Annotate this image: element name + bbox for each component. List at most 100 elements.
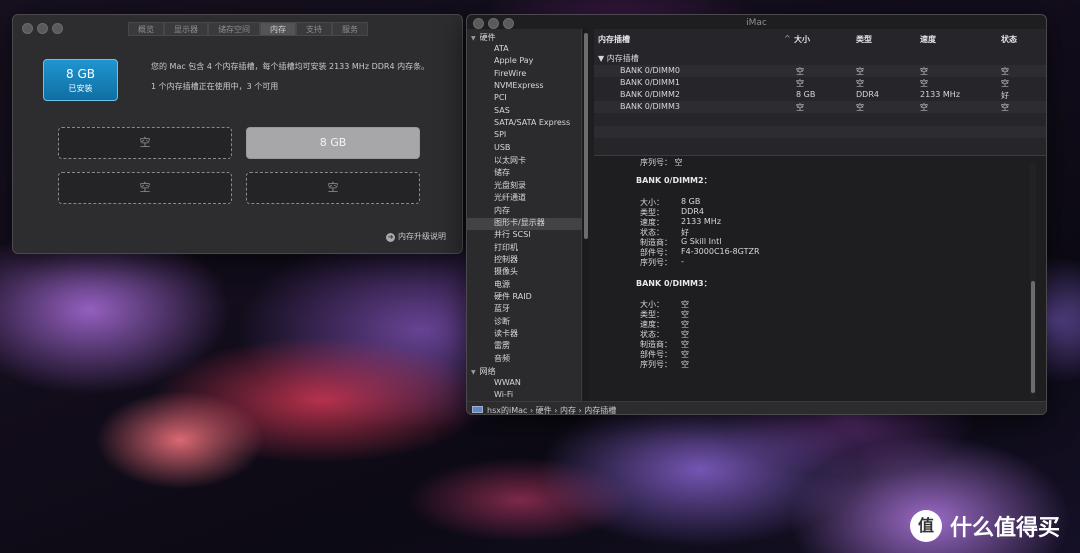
sidebar-item-wifi[interactable]: Wi-Fi	[494, 390, 513, 399]
system-information-window: iMac 硬件 ATA Apple Pay FireWire NVMExpres…	[466, 14, 1047, 415]
table-cell-slot[interactable]: BANK 0/DIMM2	[620, 90, 680, 99]
sidebar-item-wwan[interactable]: WWAN	[494, 378, 521, 387]
sidebar-item-nvmexpress[interactable]: NVMExpress	[494, 81, 544, 90]
memory-slot-4: 空	[246, 172, 420, 204]
table-cell-status: 好	[1001, 91, 1009, 100]
detail-value: -	[681, 257, 684, 266]
tab-memory[interactable]: 内存	[260, 22, 296, 36]
tab-storage[interactable]: 储存空间	[208, 22, 260, 36]
disclosure-triangle-icon[interactable]: ▼	[598, 54, 607, 63]
sidebar-item-ethernet[interactable]: 以太网卡	[494, 155, 526, 166]
sidebar-item-firewire[interactable]: FireWire	[494, 69, 526, 78]
window-title: iMac	[746, 18, 767, 28]
sidebar-item-card-reader[interactable]: 读卡器	[494, 328, 518, 339]
detail-dimm3-title: BANK 0/DIMM3：	[636, 279, 712, 288]
sidebar-item-sas[interactable]: SAS	[494, 106, 510, 115]
sort-ascending-icon[interactable]: ^	[784, 34, 791, 43]
breadcrumb-path[interactable]: hsx的iMac › 硬件 › 内存 › 内存插槽	[487, 406, 616, 414]
sidebar-item-ata[interactable]: ATA	[494, 44, 509, 53]
column-header-size[interactable]: 大小	[794, 34, 810, 45]
tab-displays[interactable]: 显示器	[164, 22, 208, 36]
column-header-status[interactable]: 状态	[1001, 34, 1017, 45]
column-header-slot[interactable]: 内存插槽	[598, 34, 630, 45]
sidebar-item-diagnostics[interactable]: 诊断	[494, 316, 510, 327]
zoom-button[interactable]	[52, 23, 63, 34]
table-cell-speed: 空	[920, 103, 928, 112]
table-cell-status: 空	[1001, 79, 1009, 88]
memory-slot-2: 8 GB	[246, 127, 420, 159]
detail-key: 序列号：	[640, 360, 672, 369]
sidebar-item-apple-pay[interactable]: Apple Pay	[494, 56, 533, 65]
sidebar-item-graphics[interactable]: 图形卡/显示器	[494, 217, 545, 228]
memory-slot-1: 空	[58, 127, 232, 159]
column-header-speed[interactable]: 速度	[920, 34, 936, 45]
detail-dimm2-title: BANK 0/DIMM2：	[636, 176, 712, 185]
about-mac-window: 概览 显示器 储存空间 内存 支持 服务 8 GB 已安装 您的 Mac 包含 …	[12, 14, 463, 254]
memory-info-line2: 1 个内存插槽正在使用中，3 个可用	[151, 82, 279, 91]
memory-badge: 8 GB 已安装	[43, 59, 118, 101]
table-row-band	[594, 126, 1046, 138]
info-arrow-icon: ➜	[386, 233, 395, 242]
sidebar-group-hardware[interactable]: 硬件	[471, 32, 496, 43]
sidebar-scrollbar[interactable]	[583, 29, 589, 401]
sidebar-item-disc-burning[interactable]: 光盘刻录	[494, 180, 526, 191]
tab-service[interactable]: 服务	[332, 22, 368, 36]
detail-value: F4-3000C16-8GTZR	[681, 247, 760, 256]
sidebar-item-controller[interactable]: 控制器	[494, 254, 518, 265]
detail-value: DDR4	[681, 207, 704, 216]
upgrade-link[interactable]: ➜ 内存升级说明	[386, 231, 446, 242]
sidebar-item-bluetooth[interactable]: 蓝牙	[494, 303, 510, 314]
sidebar-item-printers[interactable]: 打印机	[494, 242, 518, 253]
table-group-row[interactable]: ▼ 内存插槽	[598, 53, 639, 64]
sidebar-item-audio[interactable]: 音频	[494, 353, 510, 364]
table-cell-type: 空	[856, 103, 864, 112]
detail-scroll-thumb[interactable]	[1031, 281, 1035, 393]
memory-status: 已安装	[68, 84, 93, 93]
breadcrumb: hsx的iMac › 硬件 › 内存 › 内存插槽	[467, 401, 1046, 414]
sidebar-item-power[interactable]: 电源	[494, 279, 510, 290]
sidebar-item-sata[interactable]: SATA/SATA Express	[494, 118, 570, 127]
table-cell-status: 空	[1001, 67, 1009, 76]
detail-key: 序列号：	[640, 258, 672, 267]
sidebar: 硬件 ATA Apple Pay FireWire NVMExpress PCI…	[467, 29, 582, 401]
table-cell-size: 空	[796, 79, 804, 88]
memory-slot-3: 空	[58, 172, 232, 204]
column-header-type[interactable]: 类型	[856, 34, 872, 45]
memory-slots-table: 内存插槽 ^ 大小 类型 速度 状态 ▼ 内存插槽 BANK 0/DIMM0 空…	[594, 29, 1046, 170]
tab-overview[interactable]: 概览	[128, 22, 164, 36]
sidebar-item-spi[interactable]: SPI	[494, 130, 506, 139]
sidebar-item-thunderbolt[interactable]: 雷雳	[494, 340, 510, 351]
table-cell-size: 空	[796, 67, 804, 76]
sidebar-group-network[interactable]: 网络	[471, 366, 496, 377]
table-cell-slot[interactable]: BANK 0/DIMM1	[620, 78, 680, 87]
table-cell-speed: 空	[920, 79, 928, 88]
watermark-text: 什么值得买	[950, 516, 1061, 541]
upgrade-link-label: 内存升级说明	[398, 232, 446, 241]
detail-scrollbar[interactable]	[1030, 163, 1036, 399]
memory-info-line1: 您的 Mac 包含 4 个内存插槽，每个插槽均可安装 2133 MHz DDR4…	[151, 62, 430, 71]
sidebar-item-storage[interactable]: 储存	[494, 167, 510, 178]
sidebar-item-parallel-scsi[interactable]: 并行 SCSI	[494, 229, 531, 240]
close-button[interactable]	[22, 23, 33, 34]
sidebar-item-camera[interactable]: 摄像头	[494, 266, 518, 277]
sidebar-item-pci[interactable]: PCI	[494, 93, 507, 102]
minimize-button[interactable]	[37, 23, 48, 34]
sidebar-item-fibre-channel[interactable]: 光纤通道	[494, 192, 526, 203]
sidebar-item-usb[interactable]: USB	[494, 143, 510, 152]
sidebar-item-hardware-raid[interactable]: 硬件 RAID	[494, 291, 532, 302]
table-cell-slot[interactable]: BANK 0/DIMM3	[620, 102, 680, 111]
detail-value: G Skill Intl	[681, 237, 722, 246]
table-cell-type: 空	[856, 79, 864, 88]
tab-bar: 概览 显示器 储存空间 内存 支持 服务	[128, 22, 368, 36]
table-cell-size: 8 GB	[796, 90, 816, 99]
detail-value: 空	[681, 360, 689, 369]
table-cell-size: 空	[796, 103, 804, 112]
table-cell-type: DDR4	[856, 90, 879, 99]
tab-support[interactable]: 支持	[296, 22, 332, 36]
sidebar-scroll-thumb[interactable]	[584, 33, 588, 239]
table-cell-status: 空	[1001, 103, 1009, 112]
table-cell-slot[interactable]: BANK 0/DIMM0	[620, 66, 680, 75]
sidebar-item-memory[interactable]: 内存	[494, 205, 510, 216]
watermark-icon: 值	[910, 510, 942, 542]
table-cell-type: 空	[856, 67, 864, 76]
